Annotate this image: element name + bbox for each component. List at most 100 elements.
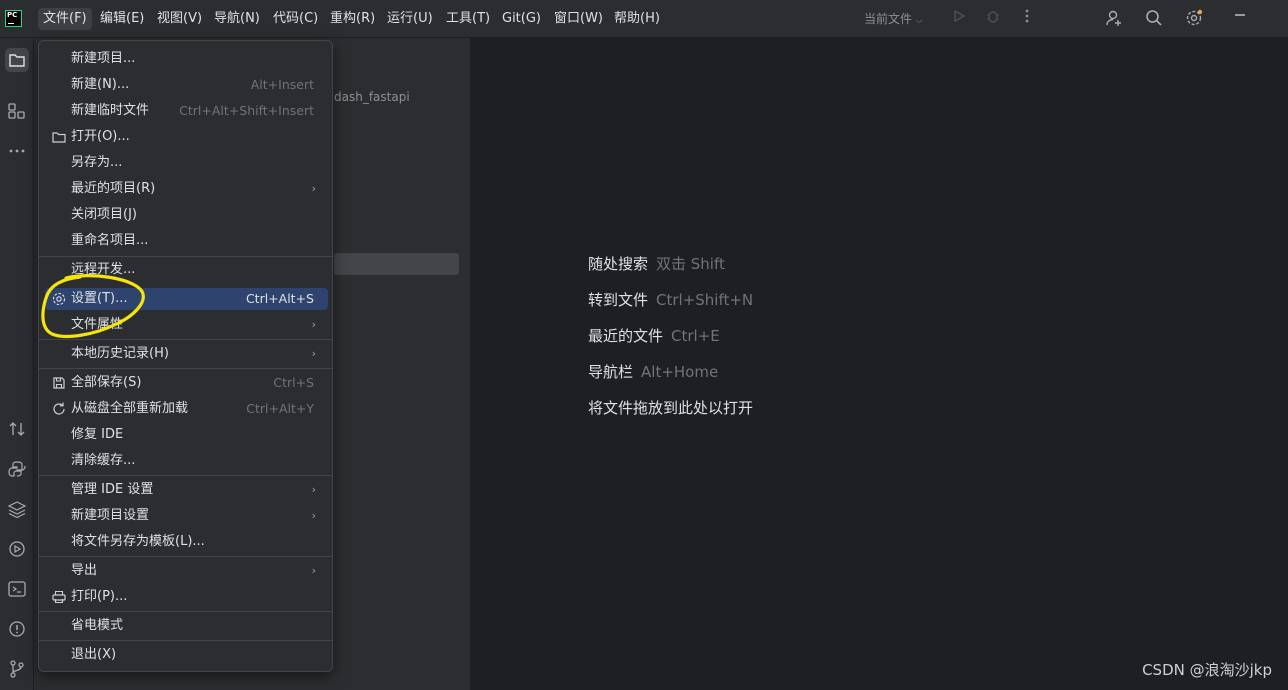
structure-icon[interactable] [5,99,29,123]
menu-label: 退出(X) [71,647,117,662]
menu-separator [39,640,332,641]
menu-label: 省电模式 [71,618,124,633]
hint-navigation-bar: 导航栏 Alt+Home [588,361,718,382]
menu-help[interactable]: 帮助(H) [609,8,665,30]
menu-recent-projects[interactable]: 最近的项目(R) › [45,178,328,200]
menu-exit[interactable]: 退出(X) [45,644,328,666]
run-config-selector[interactable]: 当前文件 ⌵ [864,10,923,27]
menu-label: 新建临时文件 [71,103,150,118]
menu-local-history[interactable]: 本地历史记录(H) › [45,343,328,365]
run-config-label: 当前文件 [864,12,913,26]
menu-manage-ide-settings[interactable]: 管理 IDE 设置 › [45,479,328,501]
menu-shortcut: Ctrl+Alt+Shift+Insert [179,103,314,118]
menu-view[interactable]: 视图(V) [152,8,207,30]
left-tool-strip [0,38,34,690]
menu-file[interactable]: 文件(F) [38,8,92,30]
menu-label: 关闭项目(J) [71,207,137,222]
hint-shortcut: Ctrl+Shift+N [656,291,754,309]
hint-label: 随处搜索 [588,255,649,273]
hint-label: 将文件拖放到此处以打开 [588,399,754,417]
menu-new-project-settings[interactable]: 新建项目设置 › [45,505,328,527]
menu-print[interactable]: 打印(P)... [45,586,328,608]
services-icon[interactable] [5,537,29,561]
menu-label: 将文件另存为模板(L)... [71,534,205,549]
menu-window[interactable]: 窗口(W) [549,8,608,30]
git-branch-icon[interactable] [5,657,29,681]
commit-arrows-icon[interactable] [5,417,29,441]
menu-settings[interactable]: 设置(T)... Ctrl+Alt+S [45,288,328,310]
add-user-icon[interactable] [1104,9,1124,29]
save-icon [51,375,67,391]
editor-empty-area: 随处搜索 双击 Shift 转到文件 Ctrl+Shift+N 最近的文件 Ctrl+… [472,38,1288,690]
menu-label: 管理 IDE 设置 [71,482,154,497]
hint-label: 最近的文件 [588,327,664,345]
menu-open[interactable]: 打开(O)... [45,126,328,148]
problems-icon[interactable] [5,617,29,641]
hint-label: 转到文件 [588,291,649,309]
hint-shortcut: Alt+Home [641,363,719,381]
menu-label: 修复 IDE [71,427,124,442]
run-icon[interactable] [949,9,969,29]
layers-icon[interactable] [5,497,29,521]
menu-save-all[interactable]: 全部保存(S) Ctrl+S [45,372,328,394]
debug-icon[interactable] [983,9,1003,29]
more-tools-icon[interactable] [5,139,29,163]
project-tree-selected-row[interactable] [334,253,459,275]
menu-new-project[interactable]: 新建项目... [45,48,328,70]
python-console-icon[interactable] [5,457,29,481]
menu-power-save-mode[interactable]: 省电模式 [45,615,328,637]
menu-new-scratch-file[interactable]: 新建临时文件 Ctrl+Alt+Shift+Insert [45,100,328,122]
menu-tools[interactable]: 工具(T) [441,8,495,30]
menu-label: 新建项目设置 [71,508,150,523]
settings-gear-icon[interactable] [1184,9,1204,29]
menu-export[interactable]: 导出 › [45,560,328,582]
menu-label: 清除缓存... [71,453,136,468]
menu-reload-all-from-disk[interactable]: 从磁盘全部重新加载 Ctrl+Alt+Y [45,398,328,420]
project-folder-icon[interactable] [5,48,29,72]
menu-save-as[interactable]: 另存为... [45,152,328,174]
terminal-icon[interactable] [5,577,29,601]
more-vertical-icon[interactable] [1017,9,1037,29]
chevron-right-icon: › [311,182,316,195]
chevron-right-icon: › [311,318,316,331]
menu-label: 重命名项目... [71,233,149,248]
project-tree-node[interactable]: dash_fastapi [334,90,410,104]
menu-shortcut: Ctrl+S [273,375,314,390]
file-menu-dropdown: 新建项目... 新建(N)... Alt+Insert 新建临时文件 Ctrl+Al… [38,40,333,672]
menu-separator [39,256,332,257]
app-logo[interactable]: PC [5,10,22,27]
chevron-right-icon: › [311,564,316,577]
hint-label: 导航栏 [588,363,634,381]
print-icon [51,589,67,605]
menu-edit[interactable]: 编辑(E) [95,8,149,30]
menu-code[interactable]: 代码(C) [268,8,323,30]
menu-shortcut: Ctrl+Alt+S [245,291,314,306]
chevron-right-icon: › [311,347,316,360]
hint-shortcut: Ctrl+E [671,327,720,345]
menu-label: 最近的项目(R) [71,181,156,196]
menu-repair-ide[interactable]: 修复 IDE [45,424,328,446]
menu-shortcut: Alt+Insert [250,77,314,92]
menu-rename-project[interactable]: 重命名项目... [45,230,328,252]
menu-separator [39,475,332,476]
menu-close-project[interactable]: 关闭项目(J) [45,204,328,226]
menu-git[interactable]: Git(G) [497,8,546,30]
menu-file-properties[interactable]: 文件属性 › [45,314,328,336]
menu-new[interactable]: 新建(N)... Alt+Insert [45,74,328,96]
menu-separator [39,611,332,612]
menu-run[interactable]: 运行(U) [382,8,438,30]
search-icon[interactable] [1144,9,1164,29]
menu-invalidate-caches[interactable]: 清除缓存... [45,450,328,472]
reload-icon [51,401,67,417]
menu-navigate[interactable]: 导航(N) [209,8,265,30]
menu-label: 本地历史记录(H) [71,346,169,361]
menu-label: 新建项目... [71,51,136,66]
menu-save-file-as-template[interactable]: 将文件另存为模板(L)... [45,531,328,553]
title-bar: PC 文件(F) 编辑(E) 视图(V) 导航(N) 代码(C) 重构(R) 运… [0,0,1288,38]
minimize-icon[interactable] [1230,9,1250,29]
hint-drop-files: 将文件拖放到此处以打开 [588,397,753,418]
menu-refactor[interactable]: 重构(R) [325,8,380,30]
folder-icon [51,129,67,145]
menu-label: 打印(P)... [71,589,128,604]
menu-remote-development[interactable]: 远程开发... [45,259,328,281]
